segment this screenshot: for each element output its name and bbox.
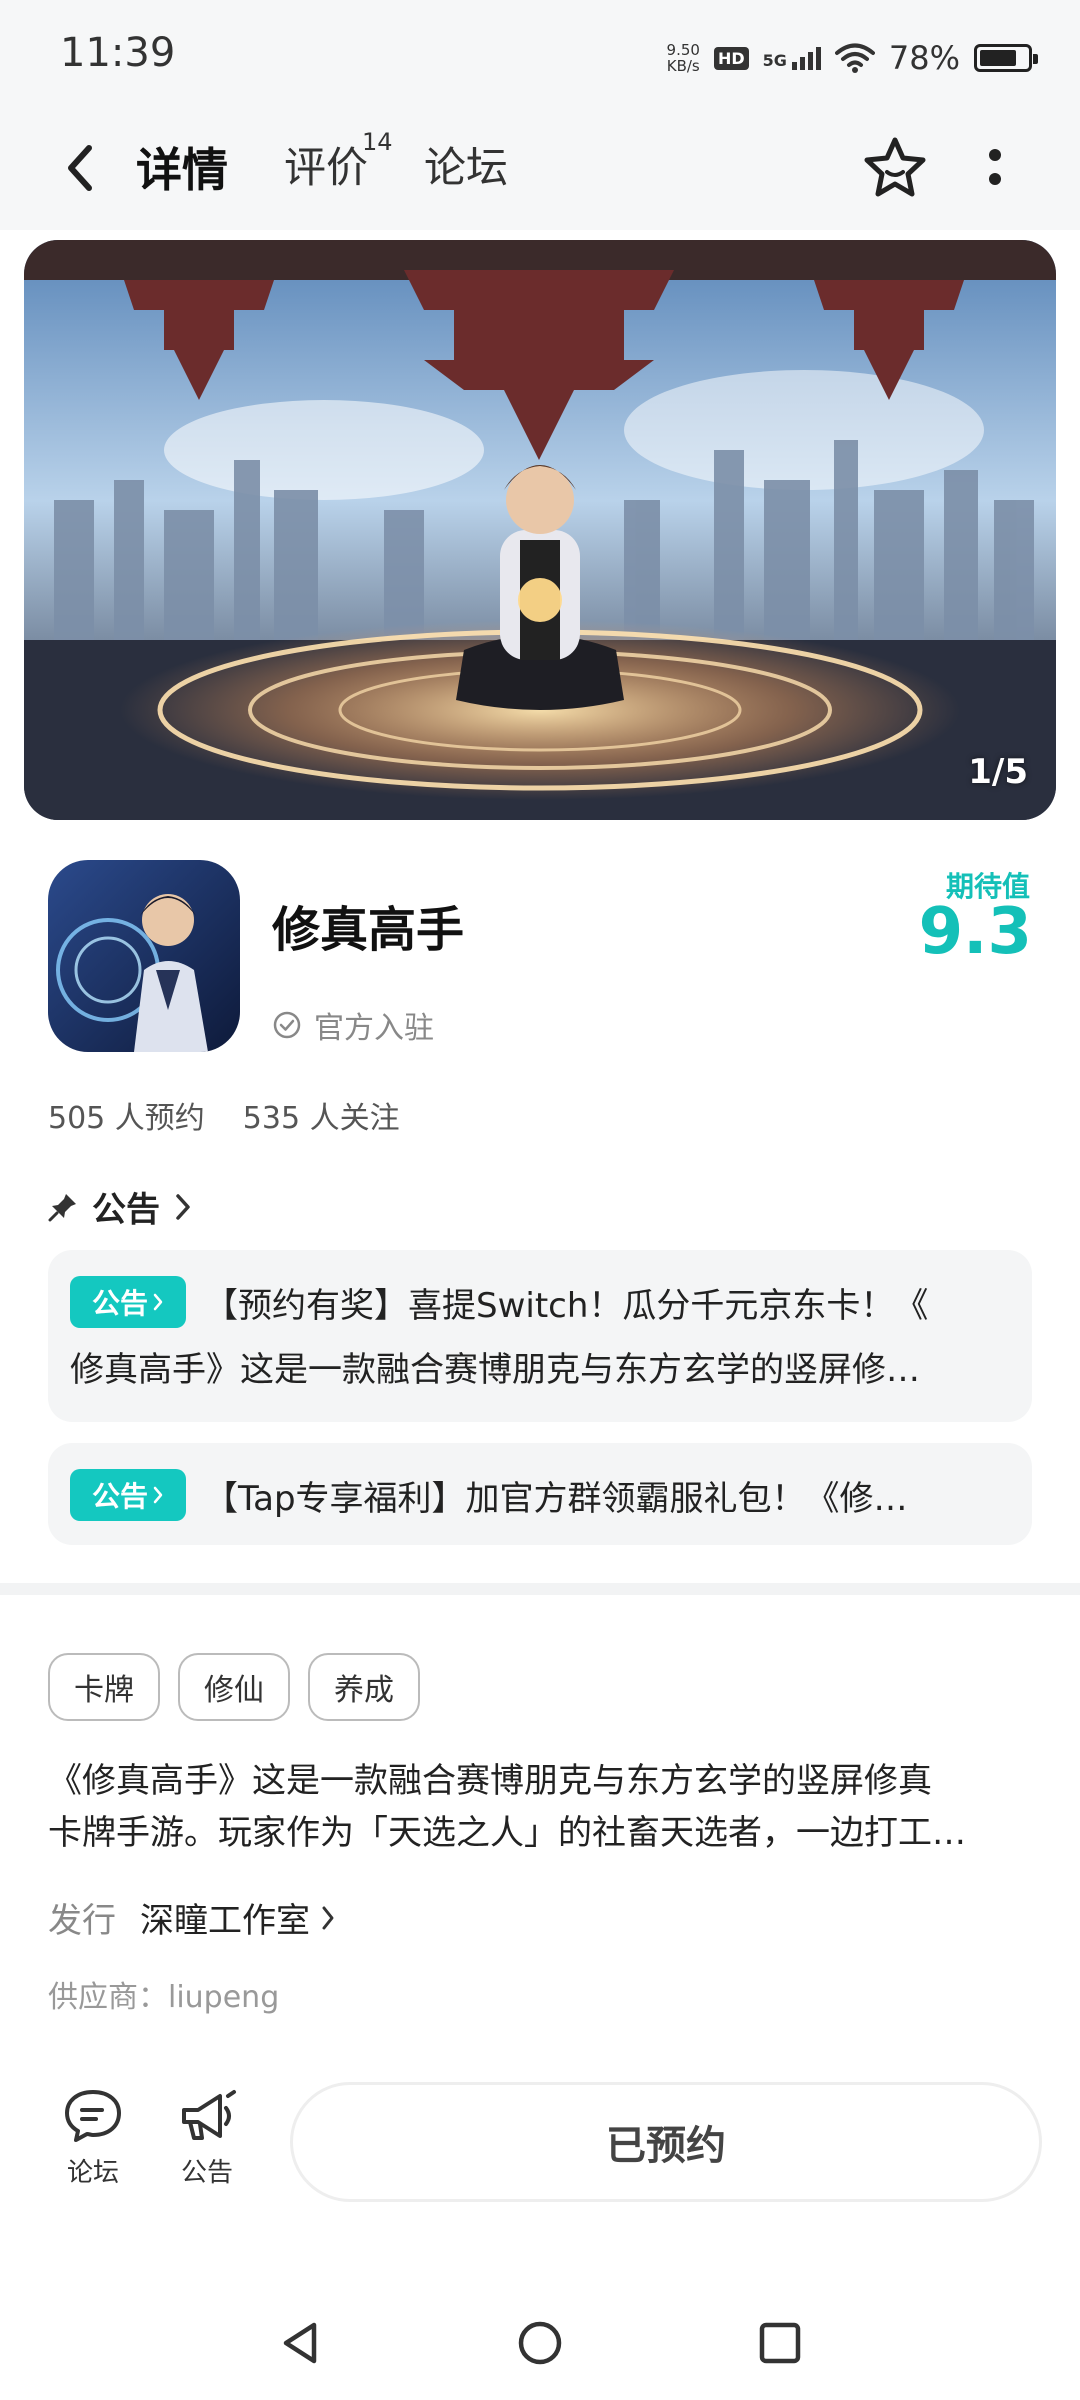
game-banner[interactable]: 1/5 xyxy=(24,240,1056,820)
square-recents-icon xyxy=(759,2322,801,2364)
network-type: 5G xyxy=(762,50,787,70)
system-nav-bar xyxy=(0,2280,1080,2400)
section-divider xyxy=(0,1583,1080,1595)
triangle-back-icon xyxy=(283,2322,317,2364)
announcement-text-line1: 【预约有奖】喜提Switch！瓜分千元京东卡！《 xyxy=(204,1286,929,1326)
nav-home-button[interactable] xyxy=(505,2308,575,2378)
forum-button[interactable]: 论坛 xyxy=(48,2088,138,2189)
banner-artwork xyxy=(24,240,1056,820)
verified-badge: 官方入驻 xyxy=(272,1003,434,1047)
announcement-header[interactable]: 公告 xyxy=(48,1182,192,1231)
forum-button-label: 论坛 xyxy=(66,2158,119,2188)
chevron-right-icon xyxy=(322,1906,334,1929)
back-button[interactable] xyxy=(50,138,110,198)
tab-reviews-label: 评价 xyxy=(284,143,369,192)
forum-chat-icon xyxy=(65,2090,121,2142)
announcement-badge: 公告 xyxy=(70,1276,186,1328)
tag-nurture[interactable]: 养成 xyxy=(308,1653,420,1721)
tag-list: 卡牌 修仙 养成 xyxy=(48,1653,420,1721)
announcement-header-label: 公告 xyxy=(92,1190,160,1230)
tab-details-label: 详情 xyxy=(136,143,228,197)
description-line2: 卡牌手游。玩家作为「天选之人」的社畜天选者，一边打工… xyxy=(48,1813,966,1853)
wifi-icon xyxy=(834,43,875,73)
announcement-text-line2: 修真高手》这是一款融合赛博朋克与东方玄学的竖屏修… xyxy=(70,1350,920,1390)
more-vertical-icon xyxy=(989,149,1001,185)
app-stats: 505 人预约 535 人关注 xyxy=(48,1093,400,1137)
net-speed: 9.50 KB/s xyxy=(667,42,700,74)
more-button[interactable] xyxy=(970,132,1020,202)
announcement-badge-label: 公告 xyxy=(91,1287,148,1320)
supplier-info: 供应商：liupeng xyxy=(48,1980,280,2015)
announcement-badge-label: 公告 xyxy=(91,1480,148,1513)
battery-icon xyxy=(974,44,1038,72)
description-line1: 《修真高手》这是一款融合赛博朋克与东方玄学的竖屏修真 xyxy=(48,1761,932,1801)
announcement-item[interactable]: 公告 【Tap专享福利】加官方群领霸服礼包！《修… xyxy=(48,1443,1032,1545)
announcement-button[interactable]: 公告 xyxy=(162,2088,252,2189)
announcement-button-label: 公告 xyxy=(180,2158,233,2188)
nav-recents-button[interactable] xyxy=(745,2308,815,2378)
circle-home-icon xyxy=(518,2321,562,2365)
status-bar: 11:39 9.50 KB/s HD 5G 78% xyxy=(0,0,1080,110)
nav-back-button[interactable] xyxy=(265,2308,335,2378)
banner-counter: 1/5 xyxy=(968,752,1028,792)
app-title: 修真高手 xyxy=(272,902,465,958)
status-icons: 9.50 KB/s HD 5G 78% xyxy=(667,38,1038,78)
publisher-name: 深瞳工作室 xyxy=(140,1901,310,1941)
verified-label: 官方入驻 xyxy=(314,1011,434,1046)
reviews-count-badge: 14 xyxy=(362,128,393,156)
net-speed-unit: KB/s xyxy=(666,57,700,75)
back-arrow-icon xyxy=(68,145,92,191)
battery-percent: 78% xyxy=(888,39,960,77)
star-icon xyxy=(864,137,926,197)
status-time: 11:39 xyxy=(60,30,176,76)
tab-forum-label: 论坛 xyxy=(424,143,509,192)
net-speed-value: 9.50 xyxy=(666,41,700,59)
tab-details[interactable]: 详情 xyxy=(132,134,232,204)
game-description[interactable]: 《修真高手》这是一款融合赛博朋克与东方玄学的竖屏修真 卡牌手游。玩家作为「天选之… xyxy=(48,1755,1032,1859)
publisher-row: 发行 深瞳工作室 xyxy=(48,1893,336,1942)
publisher-link[interactable]: 深瞳工作室 xyxy=(140,1893,336,1942)
hd-icon: HD xyxy=(713,46,749,70)
chevron-right-icon xyxy=(153,1293,163,1311)
megaphone-icon xyxy=(182,2090,236,2140)
pin-icon xyxy=(48,1193,76,1221)
tab-reviews[interactable]: 评价 xyxy=(284,134,368,195)
favorite-button[interactable] xyxy=(860,132,930,202)
chevron-right-icon xyxy=(176,1193,190,1220)
reserved-button[interactable]: 已预约 xyxy=(290,2082,1042,2202)
expectation-score: 9.3 xyxy=(918,895,1032,969)
signal-icon: 5G xyxy=(762,46,821,70)
announcement-badge: 公告 xyxy=(70,1469,186,1521)
tab-forum[interactable]: 论坛 xyxy=(424,134,508,195)
follower-count: 535 人关注 xyxy=(242,1101,400,1136)
tag-card[interactable]: 卡牌 xyxy=(48,1653,160,1721)
announcement-text-line1: 【Tap专享福利】加官方群领霸服礼包！《修… xyxy=(204,1479,908,1519)
tag-cultivation[interactable]: 修仙 xyxy=(178,1653,290,1721)
check-circle-icon xyxy=(273,1011,301,1039)
publisher-label: 发行 xyxy=(48,1901,116,1941)
announcement-item[interactable]: 公告 【预约有奖】喜提Switch！瓜分千元京东卡！《 修真高手》这是一款融合赛… xyxy=(48,1250,1032,1422)
battery-level xyxy=(980,50,1016,66)
chevron-right-icon xyxy=(153,1486,163,1504)
app-icon xyxy=(48,860,240,1052)
top-nav: 详情 评价 14 论坛 xyxy=(0,110,1080,230)
reservation-count: 505 人预约 xyxy=(48,1101,205,1136)
